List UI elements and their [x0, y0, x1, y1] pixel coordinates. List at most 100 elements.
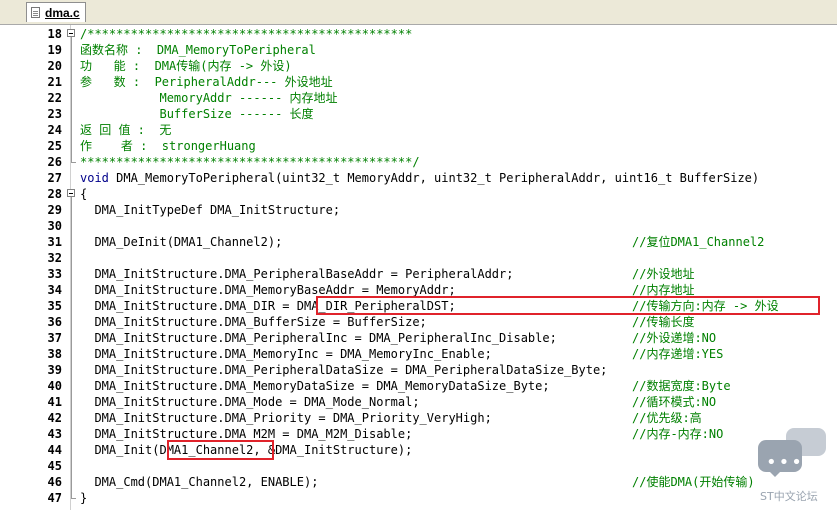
fold-guide [68, 330, 76, 346]
code-comment: //循环模式:NO [632, 395, 717, 409]
fold-guide [68, 314, 76, 330]
line-number: 24 [47, 123, 62, 137]
line-number: 27 [47, 171, 62, 185]
fold-guide [68, 90, 76, 106]
code-line[interactable]: 30 [0, 218, 837, 234]
code-line[interactable]: 24 返 回 值 : 无 [0, 122, 837, 138]
line-number: 30 [47, 219, 62, 233]
line-number: 20 [47, 59, 62, 73]
line-number: 19 [47, 43, 62, 57]
code-line[interactable]: 38 DMA_InitStructure.DMA_MemoryInc = DMA… [0, 346, 837, 362]
code-line[interactable]: 45 [0, 458, 837, 474]
fold-guide [68, 458, 76, 474]
code-comment: //内存递增:YES [632, 347, 724, 361]
code-line[interactable]: 37 DMA_InitStructure.DMA_PeripheralInc =… [0, 330, 837, 346]
file-icon [31, 6, 41, 19]
fold-toggle-icon[interactable] [67, 186, 76, 202]
code-text: DMA_InitStructure.DMA_MemoryBaseAddr = M… [80, 283, 456, 297]
fold-guide [68, 42, 76, 58]
code-line[interactable]: 33 DMA_InitStructure.DMA_PeripheralBaseA… [0, 266, 837, 282]
fold-end-icon [68, 154, 76, 170]
line-number: 33 [47, 267, 62, 281]
line-number: 45 [47, 459, 62, 473]
code-text: { [80, 187, 88, 201]
code-comment: //传输方向:内存 -> 外设 [632, 299, 779, 313]
code-line[interactable]: 47} [0, 490, 837, 506]
code-text: } [80, 491, 88, 505]
line-number: 39 [47, 363, 62, 377]
code-text: void DMA_MemoryToPeripheral(uint32_t Mem… [80, 171, 760, 185]
code-text: DMA_InitTypeDef DMA_InitStructure; [80, 203, 341, 217]
code-line[interactable]: 26 **************************************… [0, 154, 837, 170]
code-line[interactable]: 43 DMA_InitStructure.DMA_M2M = DMA_M2M_D… [0, 426, 837, 442]
fold-guide [68, 426, 76, 442]
fold-guide [68, 234, 76, 250]
fold-guide [68, 106, 76, 122]
code-line[interactable]: 46 DMA_Cmd(DMA1_Channel2, ENABLE); //使能DM… [0, 474, 837, 490]
code-line[interactable]: 34 DMA_InitStructure.DMA_MemoryBaseAddr … [0, 282, 837, 298]
line-number: 22 [47, 91, 62, 105]
code-line[interactable]: 18 /*************************************… [0, 26, 837, 42]
code-line[interactable]: 31 DMA_DeInit(DMA1_Channel2); //复位DMA1_Ch… [0, 234, 837, 250]
line-number: 32 [47, 251, 62, 265]
code-text: DMA_InitStructure.DMA_MemoryDataSize = D… [80, 379, 550, 393]
fold-guide [68, 298, 76, 314]
code-text: 返 回 值 : 无 [80, 123, 172, 137]
tab-bar: dma.c [0, 0, 837, 25]
code-text: ****************************************… [80, 155, 420, 169]
line-number: 43 [47, 427, 62, 441]
code-text: DMA_Cmd(DMA1_Channel2, ENABLE); [80, 475, 319, 489]
code-text: DMA_DeInit(DMA1_Channel2); [80, 235, 283, 249]
code-line[interactable]: 19 函数名称 : DMA_MemoryToPeripheral [0, 42, 837, 58]
fold-guide [68, 218, 76, 234]
code-line[interactable]: 20 功 能 : DMA传输(内存 -> 外设) [0, 58, 837, 74]
line-number: 28 [47, 187, 62, 201]
code-line[interactable]: 22 MemoryAddr ------ 内存地址 [0, 90, 837, 106]
code-text: DMA_InitStructure.DMA_PeripheralDataSize… [80, 363, 608, 377]
code-text: MemoryAddr ------ 内存地址 [80, 91, 338, 105]
code-line[interactable]: 39 DMA_InitStructure.DMA_PeripheralDataS… [0, 362, 837, 378]
line-number: 40 [47, 379, 62, 393]
line-number: 41 [47, 395, 62, 409]
code-line[interactable]: 23 BufferSize ------ 长度 [0, 106, 837, 122]
fold-guide [68, 122, 76, 138]
code-text: DMA_InitStructure.DMA_PeripheralInc = DM… [80, 331, 557, 345]
code-line[interactable]: 42 DMA_InitStructure.DMA_Priority = DMA_… [0, 410, 837, 426]
code-text: DMA_InitStructure.DMA_M2M = DMA_M2M_Disa… [80, 427, 413, 441]
line-number: 21 [47, 75, 62, 89]
code-line[interactable]: 29 DMA_InitTypeDef DMA_InitStructure; [0, 202, 837, 218]
fold-toggle-icon[interactable] [67, 26, 76, 42]
line-number: 46 [47, 475, 62, 489]
code-line[interactable]: 21 参 数 : PeripheralAddr--- 外设地址 [0, 74, 837, 90]
code-comment: //内存地址 [632, 283, 695, 297]
fold-guide [68, 138, 76, 154]
tab-label: dma.c [45, 5, 80, 20]
fold-guide [68, 202, 76, 218]
line-number: 31 [47, 235, 62, 249]
fold-gutter [68, 170, 76, 186]
fold-guide [68, 58, 76, 74]
code-line[interactable]: 25 作 者 : strongerHuang [0, 138, 837, 154]
fold-guide [68, 410, 76, 426]
code-line[interactable]: 36 DMA_InitStructure.DMA_BufferSize = Bu… [0, 314, 837, 330]
code-text: DMA_InitStructure.DMA_MemoryInc = DMA_Me… [80, 347, 492, 361]
code-line[interactable]: 27 void DMA_MemoryToPeripheral(uint32_t M… [0, 170, 837, 186]
line-number: 35 [47, 299, 62, 313]
code-line[interactable]: 32 [0, 250, 837, 266]
file-tab-dma-c[interactable]: dma.c [26, 2, 86, 22]
code-comment: //内存-内存:NO [632, 427, 724, 441]
code-line[interactable]: 40 DMA_InitStructure.DMA_MemoryDataSize … [0, 378, 837, 394]
code-line[interactable]: 28 { [0, 186, 837, 202]
fold-guide [68, 394, 76, 410]
code-line[interactable]: 35 DMA_InitStructure.DMA_DIR = DMA_DIR_P… [0, 298, 837, 314]
code-comment: //优先级:高 [632, 411, 702, 425]
code-line[interactable]: 44 DMA_Init(DMA1_Channel2, &DMA_InitStru… [0, 442, 837, 458]
code-comment: //传输长度 [632, 315, 695, 329]
fold-end-icon [68, 490, 76, 506]
code-text: 函数名称 : DMA_MemoryToPeripheral [80, 43, 316, 57]
code-text: DMA_InitStructure.DMA_Priority = DMA_Pri… [80, 411, 492, 425]
line-number: 29 [47, 203, 62, 217]
line-number: 23 [47, 107, 62, 121]
line-number: 25 [47, 139, 62, 153]
code-line[interactable]: 41 DMA_InitStructure.DMA_Mode = DMA_Mode… [0, 394, 837, 410]
